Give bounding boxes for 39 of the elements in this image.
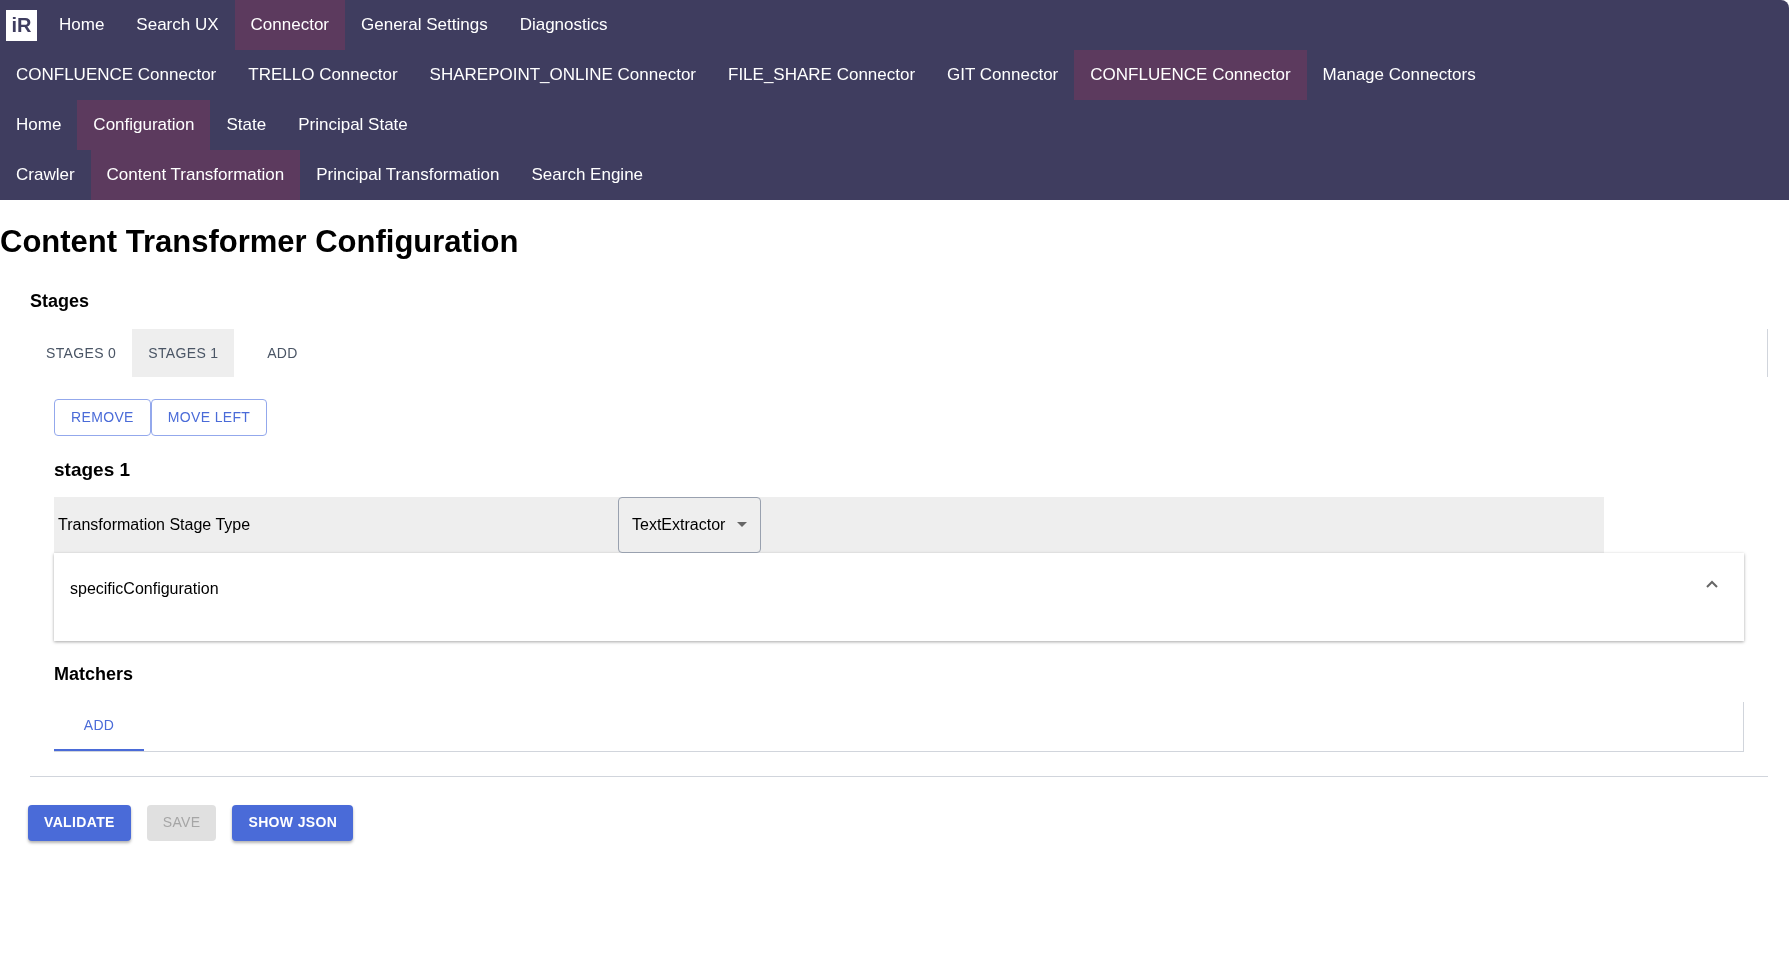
nav-tab[interactable]: FILE_SHARE Connector <box>712 50 932 100</box>
stage-tab[interactable]: STAGES 0 <box>30 329 133 377</box>
nav-tab[interactable]: Configuration <box>77 100 211 150</box>
nav-tab[interactable]: Connector <box>234 0 345 50</box>
nav-tab[interactable]: Content Transformation <box>90 150 301 200</box>
type-select[interactable]: TextExtractor <box>618 496 762 553</box>
accordion-panel[interactable]: specificConfiguration <box>54 552 1744 641</box>
nav-tab[interactable]: Home <box>43 0 121 50</box>
nav-tab[interactable]: Home <box>0 100 78 150</box>
field-label: Transformation Stage Type <box>57 514 252 535</box>
action-button[interactable]: VALIDATE <box>28 804 131 841</box>
nav-tab[interactable]: CONFLUENCE Connector <box>0 50 233 100</box>
nav-tab[interactable]: CONFLUENCE Connector <box>1074 50 1307 100</box>
action-button[interactable]: SHOW JSON <box>232 804 354 841</box>
stage-tab[interactable]: ADD <box>234 329 331 377</box>
matcher-tab[interactable]: ADD <box>54 701 144 751</box>
section-heading: Matchers <box>54 662 135 686</box>
chevron-icon <box>1706 579 1718 588</box>
stage-title: stages 1 <box>54 458 132 482</box>
nav-tab[interactable]: Search UX <box>120 0 235 50</box>
logo[interactable]: iR <box>6 9 37 41</box>
nav-tab[interactable]: Principal Transformation <box>300 150 516 200</box>
stage-tab[interactable]: STAGES 1 <box>132 329 235 377</box>
page-title: Content Transformer Configuration <box>0 223 520 261</box>
caret-icon <box>737 522 748 527</box>
nav-tab[interactable]: GIT Connector <box>931 50 1075 100</box>
nav-tab[interactable]: Manage Connectors <box>1306 50 1492 100</box>
outlined-button[interactable]: MOVE LEFT <box>150 399 268 436</box>
outlined-button[interactable]: REMOVE <box>54 399 151 436</box>
nav-tab[interactable]: State <box>210 100 283 150</box>
nav-tab[interactable]: TRELLO Connector <box>232 50 414 100</box>
nav-tab[interactable]: Principal State <box>282 100 424 150</box>
nav-tab[interactable]: SHAREPOINT_ONLINE Connector <box>413 50 712 100</box>
nav-tab[interactable]: Search Engine <box>515 150 660 200</box>
nav-tab[interactable]: Crawler <box>0 150 91 200</box>
accordion-label: specificConfiguration <box>70 578 219 599</box>
section-heading: Stages <box>30 290 91 313</box>
nav-tab[interactable]: General Settings <box>345 0 504 50</box>
nav-tab[interactable]: Diagnostics <box>503 0 624 50</box>
